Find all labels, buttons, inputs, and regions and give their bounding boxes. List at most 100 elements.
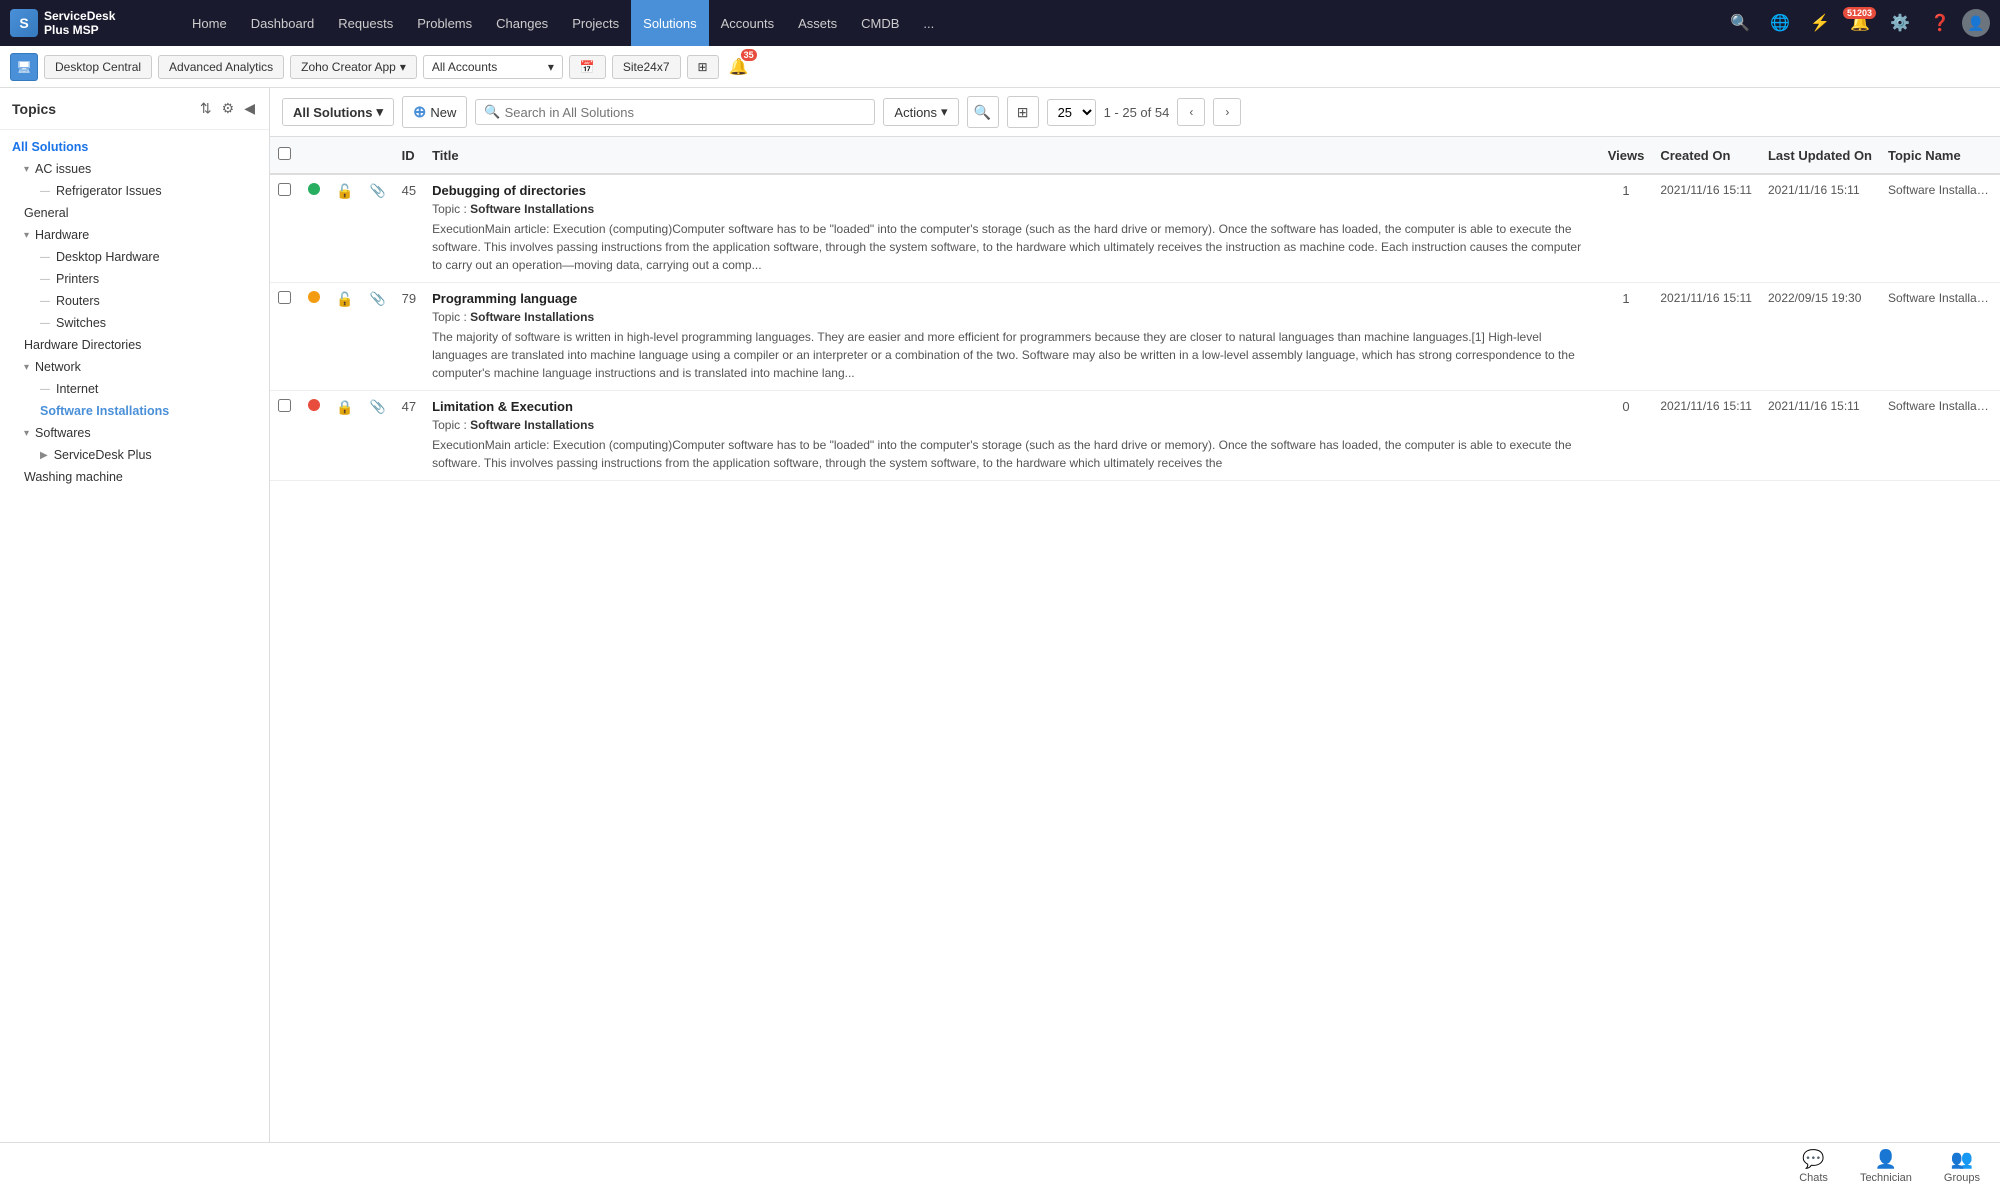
- prev-page-btn[interactable]: ‹: [1177, 98, 1205, 126]
- grid-view-btn[interactable]: ⊞: [1007, 96, 1039, 128]
- all-accounts-select[interactable]: All Accounts ▾: [423, 55, 563, 79]
- search-filter-btn[interactable]: 🔍: [967, 96, 999, 128]
- community-icon-btn[interactable]: 🌐: [1762, 5, 1798, 41]
- desktop-central-btn[interactable]: Desktop Central: [44, 55, 152, 79]
- header-topic-name[interactable]: Topic Name: [1880, 137, 2000, 174]
- groups-icon: 👥: [1951, 1149, 1973, 1170]
- advanced-analytics-btn[interactable]: Advanced Analytics: [158, 55, 284, 79]
- sidebar-item-hw-dirs[interactable]: Hardware Directories: [0, 334, 269, 356]
- header-created-on[interactable]: Created On: [1652, 137, 1760, 174]
- zoho-creator-btn[interactable]: Zoho Creator App ▾: [290, 55, 417, 79]
- next-page-btn[interactable]: ›: [1213, 98, 1241, 126]
- all-solutions-dropdown[interactable]: All Solutions ▾: [282, 98, 394, 126]
- topics-sidebar: Topics ⇅ ⚙ ◀ All Solutions ▾ AC issues —…: [0, 88, 270, 1142]
- sidebar-item-hardware[interactable]: ▾ Hardware: [0, 224, 269, 246]
- table-icon-btn[interactable]: ⊞: [687, 55, 719, 79]
- row-attach-cell: 📎: [361, 391, 393, 481]
- nav-solutions[interactable]: Solutions: [631, 0, 708, 46]
- header-last-updated[interactable]: Last Updated On: [1760, 137, 1880, 174]
- sidebar-item-washing[interactable]: Washing machine: [0, 466, 269, 488]
- sidebar-item-switches[interactable]: — Switches: [0, 312, 269, 334]
- row-checkbox[interactable]: [278, 183, 291, 196]
- nav-cmdb[interactable]: CMDB: [849, 0, 911, 46]
- table-row: 🔒 📎 47 Limitation & Execution Topic : So…: [270, 391, 2000, 481]
- paperclip-icon: 📎: [369, 183, 385, 198]
- nav-problems[interactable]: Problems: [405, 0, 484, 46]
- search-icon-btn[interactable]: 🔍: [1722, 5, 1758, 41]
- nav-changes[interactable]: Changes: [484, 0, 560, 46]
- nav-dashboard[interactable]: Dashboard: [239, 0, 327, 46]
- solution-title[interactable]: Limitation & Execution: [432, 399, 1592, 414]
- row-last-updated: 2021/11/16 15:11: [1760, 174, 1880, 283]
- search-input[interactable]: [505, 105, 867, 120]
- sidebar-item-routers[interactable]: — Routers: [0, 290, 269, 312]
- desktop-central-icon-btn[interactable]: 🖥: [10, 53, 38, 81]
- collapse-icon[interactable]: ◀: [242, 98, 257, 119]
- top-navigation: S ServiceDeskPlus MSP Home Dashboard Req…: [0, 0, 2000, 46]
- row-topic-name: Software Installati...: [1880, 283, 2000, 391]
- settings-icon-btn[interactable]: ⚙️: [1882, 5, 1918, 41]
- nav-more[interactable]: ...: [911, 0, 946, 46]
- header-id[interactable]: ID: [394, 137, 424, 174]
- solution-title[interactable]: Programming language: [432, 291, 1592, 306]
- row-title-cell: Programming language Topic : Software In…: [424, 283, 1600, 391]
- nav-icon-group: 🔍 🌐 ⚡ 🔔 51203 ⚙️ ❓ 👤: [1722, 5, 1990, 41]
- user-avatar[interactable]: 👤: [1962, 9, 1990, 37]
- app-logo[interactable]: S ServiceDeskPlus MSP: [10, 9, 170, 38]
- nav-projects[interactable]: Projects: [560, 0, 631, 46]
- app-name: ServiceDeskPlus MSP: [44, 9, 115, 38]
- dash-icon: —: [40, 186, 50, 197]
- sidebar-item-ac-issues[interactable]: ▾ AC issues: [0, 158, 269, 180]
- settings-icon[interactable]: ⚙: [220, 98, 237, 119]
- nav-assets[interactable]: Assets: [786, 0, 849, 46]
- nav-requests[interactable]: Requests: [326, 0, 405, 46]
- sidebar-item-network[interactable]: ▾ Network: [0, 356, 269, 378]
- arrow-icon-sdp: ▶: [40, 450, 48, 461]
- internet-label: Internet: [56, 382, 98, 396]
- solution-title[interactable]: Debugging of directories: [432, 183, 1592, 198]
- sidebar-item-refrigerator[interactable]: — Refrigerator Issues: [0, 180, 269, 202]
- technician-label: Technician: [1860, 1172, 1912, 1184]
- sidebar-item-general[interactable]: General: [0, 202, 269, 224]
- actions-dropdown[interactable]: Actions ▾: [883, 98, 958, 126]
- actions-label: Actions: [894, 105, 937, 120]
- solution-excerpt: The majority of software is written in h…: [432, 328, 1592, 382]
- header-views[interactable]: Views: [1600, 137, 1653, 174]
- sidebar-item-desktop-hw[interactable]: — Desktop Hardware: [0, 246, 269, 268]
- calendar-icon-btn[interactable]: 📅: [569, 55, 606, 79]
- sub-notification[interactable]: 🔔 35: [725, 53, 753, 81]
- general-label: General: [24, 206, 68, 220]
- page-size-select[interactable]: 25: [1047, 99, 1096, 126]
- dash-icon-pr: —: [40, 274, 50, 285]
- row-checkbox[interactable]: [278, 291, 291, 304]
- nav-home[interactable]: Home: [180, 0, 239, 46]
- groups-btn[interactable]: 👥 Groups: [1944, 1149, 1980, 1184]
- sort-icon[interactable]: ⇅: [198, 98, 214, 119]
- solution-excerpt: ExecutionMain article: Execution (comput…: [432, 220, 1592, 274]
- row-title-cell: Debugging of directories Topic : Softwar…: [424, 174, 1600, 283]
- sidebar-item-printers[interactable]: — Printers: [0, 268, 269, 290]
- row-created-on: 2021/11/16 15:11: [1652, 391, 1760, 481]
- header-status: [300, 137, 328, 174]
- row-checkbox[interactable]: [278, 399, 291, 412]
- sidebar-item-sdp[interactable]: ▶ ServiceDesk Plus: [0, 444, 269, 466]
- sidebar-item-all-solutions[interactable]: All Solutions: [0, 136, 269, 158]
- row-status-cell: [300, 174, 328, 283]
- sidebar-item-internet[interactable]: — Internet: [0, 378, 269, 400]
- row-status-cell: [300, 283, 328, 391]
- lightning-icon-btn[interactable]: ⚡: [1802, 5, 1838, 41]
- notifications-icon-btn[interactable]: 🔔 51203: [1842, 5, 1878, 41]
- technician-btn[interactable]: 👤 Technician: [1860, 1149, 1912, 1184]
- site24x7-btn[interactable]: Site24x7: [612, 55, 681, 79]
- help-icon-btn[interactable]: ❓: [1922, 5, 1958, 41]
- sidebar-item-softwares[interactable]: ▾ Softwares: [0, 422, 269, 444]
- nav-accounts[interactable]: Accounts: [709, 0, 786, 46]
- topics-tree: All Solutions ▾ AC issues — Refrigerator…: [0, 130, 269, 494]
- topic-label: Topic : Software Installations: [432, 310, 1592, 324]
- sidebar-item-sw-installs[interactable]: Software Installations: [0, 400, 269, 422]
- header-title[interactable]: Title: [424, 137, 1600, 174]
- sub-notif-count: 35: [741, 49, 757, 61]
- select-all-checkbox[interactable]: [278, 147, 291, 160]
- chats-btn[interactable]: 💬 Chats: [1799, 1149, 1828, 1184]
- new-solution-button[interactable]: ⊕ New: [402, 96, 467, 128]
